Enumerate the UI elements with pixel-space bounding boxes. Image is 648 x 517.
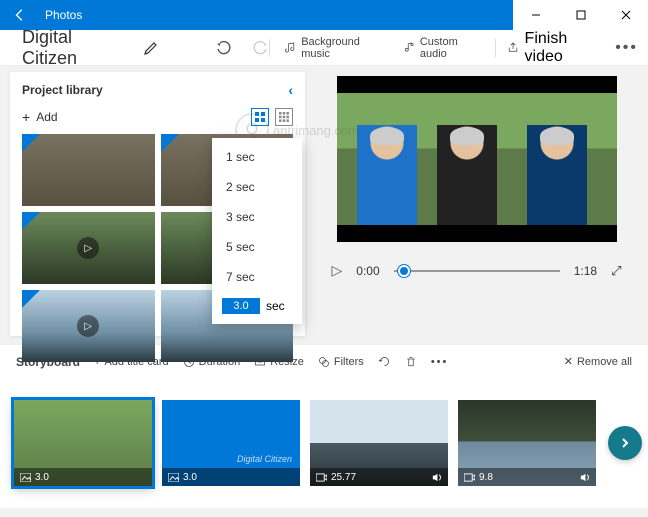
storyboard-clip[interactable]: Digital Citizen 3.0	[162, 400, 300, 486]
filters-icon	[318, 356, 330, 368]
x-icon: ✕	[564, 355, 573, 368]
transport-controls: ▷ 0:00 1:18 ⤢	[332, 262, 622, 279]
more-storyboard-button[interactable]: •••	[431, 356, 449, 368]
view-small-grid-button[interactable]	[275, 108, 293, 126]
seek-slider[interactable]	[394, 270, 560, 272]
clip-duration: 3.0	[183, 472, 197, 483]
play-icon: ▷	[77, 315, 99, 337]
custom-duration-input[interactable]	[222, 298, 260, 314]
clip-duration: 9.8	[479, 472, 493, 483]
custom-audio-label: Custom audio	[420, 36, 483, 60]
finish-label: Finish video	[525, 30, 604, 66]
preview-area: ▷ 0:00 1:18 ⤢	[305, 66, 648, 336]
filters-label: Filters	[334, 356, 364, 368]
filters-button[interactable]: Filters	[318, 356, 364, 368]
window-controls	[513, 0, 648, 30]
duration-option[interactable]: 2 sec	[212, 172, 302, 202]
storyboard-clip[interactable]: 9.8	[458, 400, 596, 486]
add-media-button[interactable]: + Add	[22, 109, 58, 125]
duration-option[interactable]: 3 sec	[212, 202, 302, 232]
library-thumb[interactable]: ▷	[22, 212, 155, 284]
title-card-caption: Digital Citizen	[237, 454, 292, 464]
photo-icon	[168, 473, 179, 482]
edit-title-button[interactable]	[143, 40, 159, 56]
clip-duration: 3.0	[35, 472, 49, 483]
play-icon: ▷	[77, 237, 99, 259]
music-icon	[284, 41, 296, 54]
storyboard-clip[interactable]: 3.0	[14, 400, 152, 486]
undo-button[interactable]	[215, 40, 231, 56]
video-icon	[316, 473, 327, 482]
app-title: Photos	[40, 8, 513, 22]
redo-button[interactable]	[253, 40, 269, 56]
rotate-button[interactable]	[378, 355, 391, 368]
video-icon	[464, 473, 475, 482]
close-button[interactable]	[603, 0, 648, 30]
rotate-icon	[378, 355, 391, 368]
duration-option[interactable]: 1 sec	[212, 142, 302, 172]
export-icon	[507, 41, 519, 54]
library-thumb[interactable]	[22, 134, 155, 206]
add-label: Add	[36, 110, 57, 124]
plus-icon: +	[22, 109, 30, 125]
background-music-button[interactable]: Background music	[284, 36, 385, 60]
trash-icon	[405, 356, 417, 368]
speaker-icon	[431, 472, 442, 483]
photo-icon	[20, 473, 31, 482]
storyboard-clip[interactable]: 25.77	[310, 400, 448, 486]
current-time: 0:00	[356, 264, 379, 278]
audio-icon	[403, 41, 415, 54]
titlebar: Photos	[0, 0, 648, 30]
custom-audio-button[interactable]: Custom audio	[403, 36, 483, 60]
project-title: Digital Citizen	[10, 27, 137, 69]
video-preview[interactable]	[337, 76, 617, 242]
remove-all-label: Remove all	[577, 356, 632, 368]
more-button[interactable]: •••	[615, 39, 638, 57]
fullscreen-button[interactable]: ⤢	[611, 263, 621, 279]
toolbar: Digital Citizen Background music Custom …	[0, 30, 648, 66]
play-button[interactable]: ▷	[332, 262, 343, 279]
delete-clip-button[interactable]	[405, 356, 417, 368]
maximize-button[interactable]	[558, 0, 603, 30]
minimize-button[interactable]	[513, 0, 558, 30]
duration-option[interactable]: 5 sec	[212, 232, 302, 262]
duration-dropdown: 1 sec 2 sec 3 sec 5 sec 7 sec sec	[212, 138, 302, 324]
storyboard-strip: 3.0 Digital Citizen 3.0 25.77 9.8	[0, 378, 648, 508]
total-time: 1:18	[574, 264, 597, 278]
duration-option[interactable]: 7 sec	[212, 262, 302, 292]
library-header: Project library	[22, 83, 103, 97]
scroll-next-button[interactable]	[608, 426, 642, 460]
clip-duration: 25.77	[331, 472, 356, 483]
library-thumb[interactable]: ▷	[22, 290, 155, 362]
main-area: Project library ‹ + Add ▷ ▷	[0, 66, 648, 336]
finish-video-button[interactable]: Finish video	[507, 30, 604, 66]
back-button[interactable]	[0, 0, 40, 30]
view-large-grid-button[interactable]	[251, 108, 269, 126]
remove-all-button[interactable]: ✕ Remove all	[564, 355, 632, 368]
speaker-icon	[579, 472, 590, 483]
bg-music-label: Background music	[301, 36, 385, 60]
custom-duration-unit: sec	[266, 299, 285, 313]
collapse-library-button[interactable]: ‹	[288, 82, 293, 98]
chevron-right-icon	[619, 437, 631, 449]
